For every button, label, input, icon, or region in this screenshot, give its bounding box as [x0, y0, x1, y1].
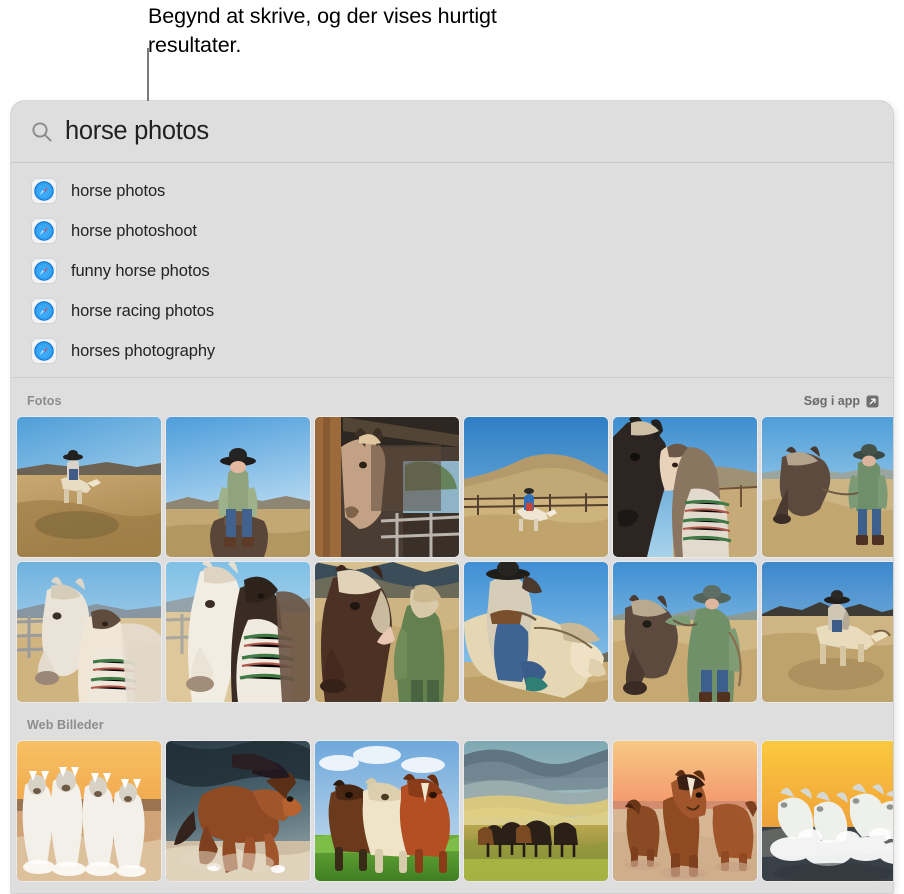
list-item[interactable]: horse photoshoot	[11, 211, 893, 251]
photo-thumbnail[interactable]	[17, 562, 161, 702]
section-title: Web Billeder	[27, 718, 104, 732]
photo-thumbnail[interactable]	[17, 741, 161, 881]
list-item[interactable]: horse photos	[11, 171, 893, 211]
list-item-label: horse photos	[71, 181, 166, 200]
search-input-value[interactable]: horse photos	[65, 117, 209, 146]
list-item[interactable]: horse racing photos	[11, 291, 893, 331]
thumb-image	[613, 562, 757, 702]
photo-thumbnail[interactable]	[315, 417, 459, 557]
thumb-image	[166, 562, 310, 702]
thumb-image	[464, 417, 608, 557]
thumb-image	[613, 741, 757, 881]
thumb-image	[166, 741, 310, 881]
photo-thumbnail[interactable]	[464, 417, 608, 557]
safari-icon	[31, 298, 57, 324]
photo-grid-fotos	[11, 414, 893, 702]
thumb-image	[17, 741, 161, 881]
thumb-image	[762, 741, 893, 881]
search-icon	[32, 121, 52, 142]
thumb-image	[464, 562, 608, 702]
photo-grid-web-images	[11, 738, 893, 881]
list-item[interactable]: funny horse photos	[11, 251, 893, 291]
thumb-image	[315, 417, 459, 557]
thumb-image	[17, 417, 161, 557]
search-field[interactable]: horse photos	[11, 101, 893, 162]
photo-thumbnail[interactable]	[762, 741, 893, 881]
section-title: Fotos	[27, 394, 62, 408]
photo-thumbnail[interactable]	[166, 741, 310, 881]
search-in-app-label: Søg i app	[803, 394, 860, 408]
search-in-app-button[interactable]: Søg i app	[804, 394, 879, 408]
photo-thumbnail[interactable]	[464, 562, 608, 702]
photo-thumbnail[interactable]	[762, 417, 893, 557]
safari-icon	[31, 338, 57, 364]
photo-thumbnail[interactable]	[17, 417, 161, 557]
list-item-label: horse racing photos	[71, 301, 215, 320]
thumb-image	[762, 417, 893, 557]
photo-thumbnail[interactable]	[762, 562, 893, 702]
section-header-fotos: Fotos Søg i app	[11, 388, 893, 414]
photo-thumbnail[interactable]	[166, 417, 310, 557]
safari-icon	[31, 178, 57, 204]
thumb-image	[166, 417, 310, 557]
photo-thumbnail[interactable]	[613, 562, 757, 702]
safari-icon	[31, 258, 57, 284]
thumb-image	[17, 562, 161, 702]
list-item-label: horses photography	[71, 341, 216, 360]
safari-icon	[31, 218, 57, 244]
section-header-web-images: Web Billeder	[11, 712, 893, 738]
arrow-up-right-box-icon	[866, 395, 879, 407]
photo-thumbnail[interactable]	[315, 741, 459, 881]
thumb-image	[613, 417, 757, 557]
list-item-label: horse photoshoot	[71, 221, 197, 240]
photo-thumbnail[interactable]	[613, 417, 757, 557]
list-item[interactable]: horses photography	[11, 331, 893, 371]
screenshot-root: Begynd at skrive, og der vises hurtigt r…	[0, 0, 904, 894]
thumb-image	[315, 562, 459, 702]
list-item-label: funny horse photos	[71, 261, 210, 280]
photo-thumbnail[interactable]	[613, 741, 757, 881]
thumb-image	[762, 562, 893, 702]
thumb-image	[464, 741, 608, 881]
photo-thumbnail[interactable]	[166, 562, 310, 702]
photo-thumbnail[interactable]	[315, 562, 459, 702]
callout-label: Begynd at skrive, og der vises hurtigt r…	[148, 4, 497, 57]
thumb-image	[315, 741, 459, 881]
text-caret	[209, 118, 210, 145]
photo-thumbnail[interactable]	[464, 741, 608, 881]
suggestion-list: horse photos horse photoshoot funny hors…	[11, 163, 893, 377]
spotlight-panel: horse photos horse photos horse photosho…	[11, 101, 893, 893]
